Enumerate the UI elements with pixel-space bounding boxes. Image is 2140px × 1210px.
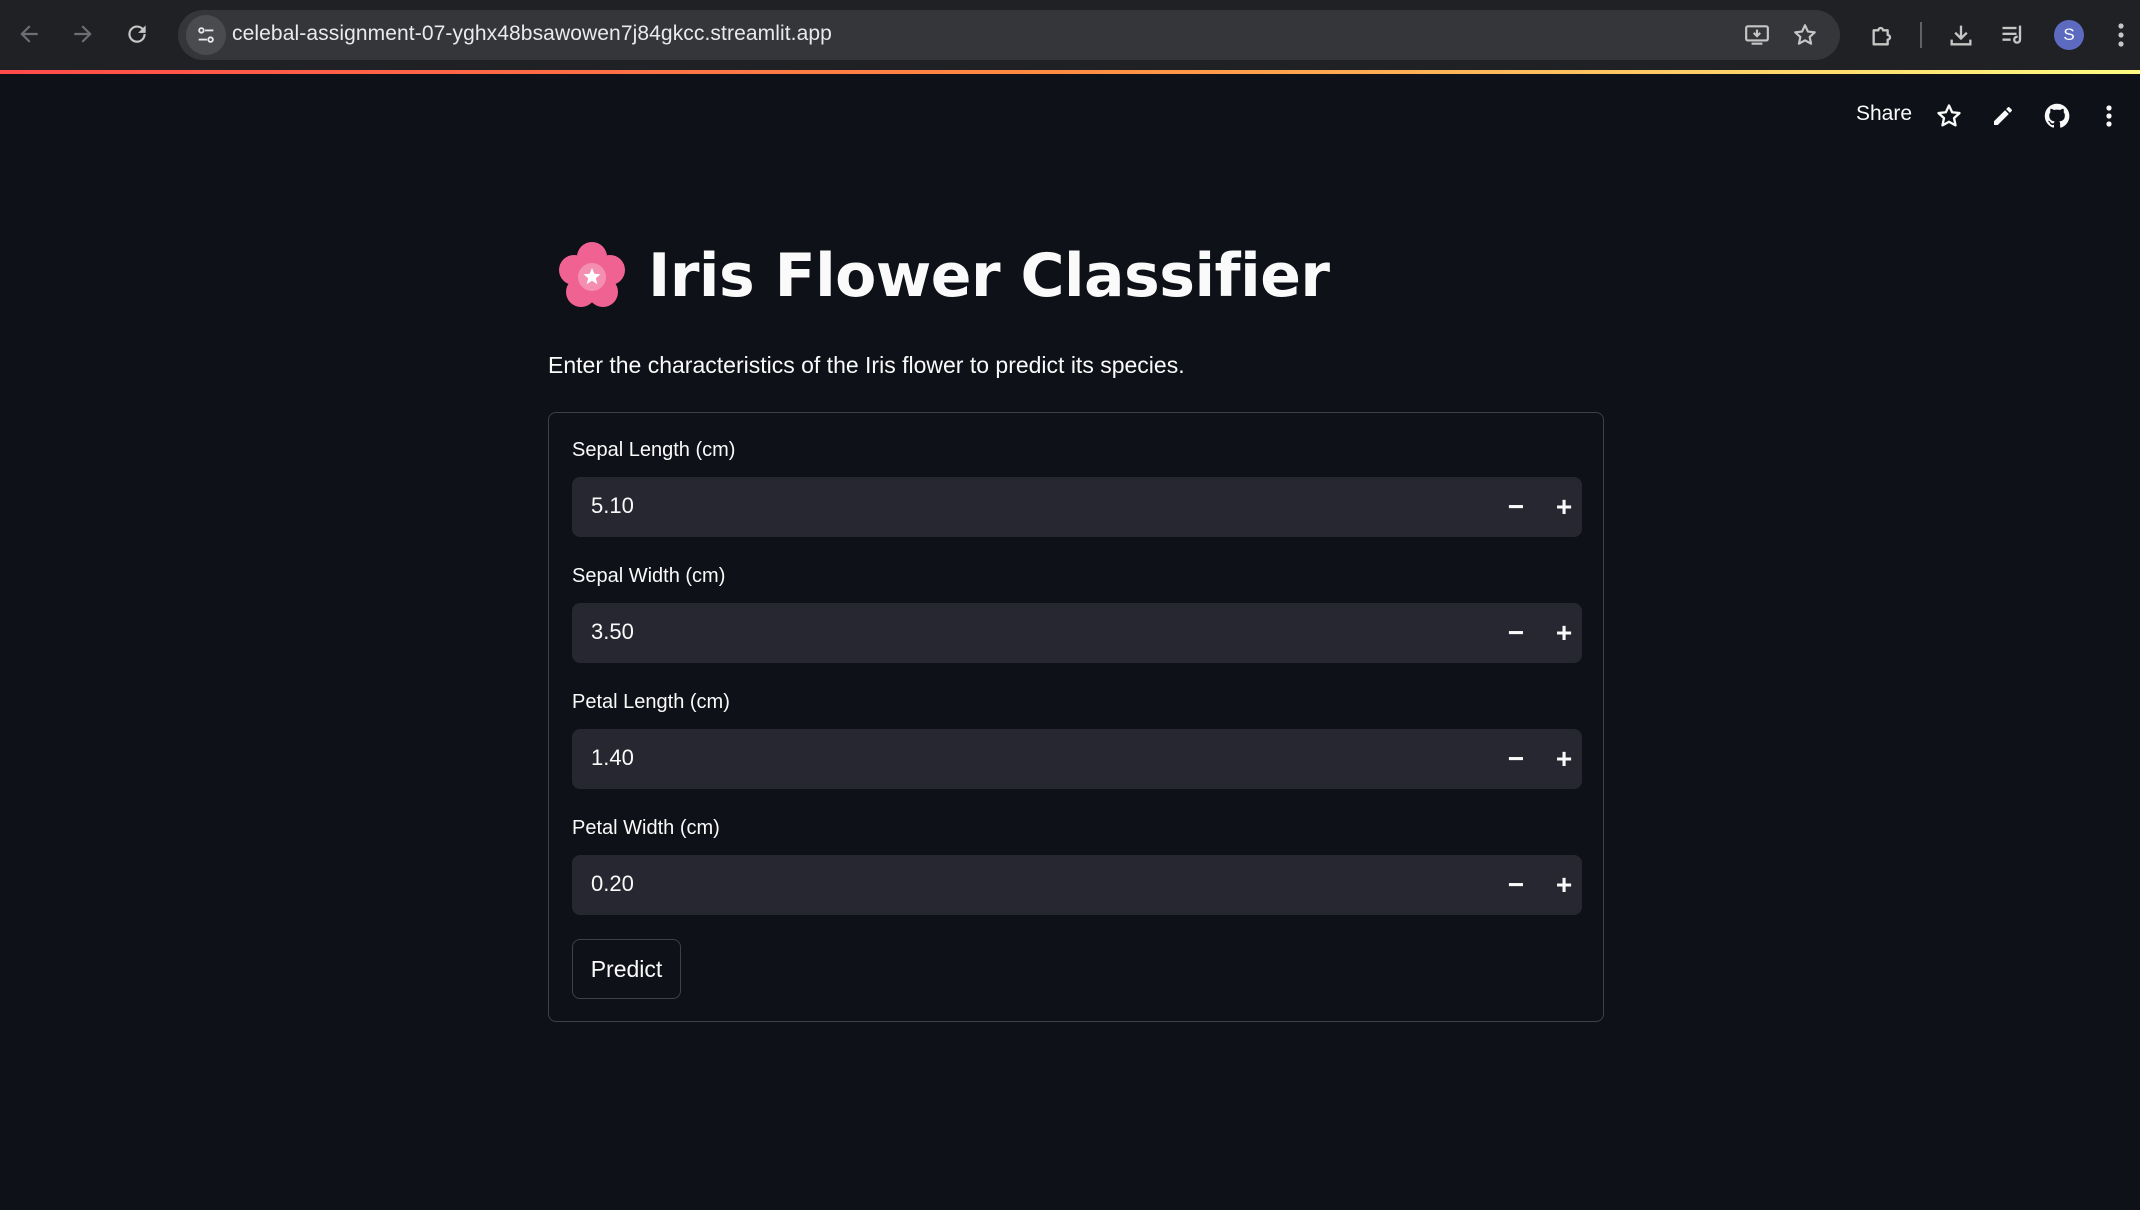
menu-icon[interactable]: [2104, 18, 2138, 52]
edit-icon[interactable]: [1987, 100, 2019, 132]
toolbar-separator: [1920, 22, 1922, 48]
petal-length-input[interactable]: 1.40 − +: [572, 729, 1582, 789]
url-text[interactable]: celebal-assignment-07-yghx48bsawowen7j84…: [232, 22, 832, 46]
profile-avatar[interactable]: S: [2054, 20, 2084, 50]
sepal-width-input[interactable]: 3.50 − +: [572, 603, 1582, 663]
forward-icon[interactable]: [63, 14, 103, 54]
site-info-icon[interactable]: [186, 15, 226, 55]
sepal-length-label: Sepal Length (cm): [572, 439, 736, 461]
sepal-width-value[interactable]: 3.50: [591, 619, 634, 645]
petal-width-value[interactable]: 0.20: [591, 871, 634, 897]
sepal-length-value[interactable]: 5.10: [591, 493, 634, 519]
address-bar[interactable]: celebal-assignment-07-yghx48bsawowen7j84…: [178, 10, 1840, 60]
sepal-length-increment-button[interactable]: +: [1544, 487, 1584, 527]
petal-width-increment-button[interactable]: +: [1544, 865, 1584, 905]
petal-width-label: Petal Width (cm): [572, 817, 720, 839]
reading-list-icon[interactable]: [1996, 18, 2030, 52]
downloads-icon[interactable]: [1944, 18, 1978, 52]
app-title: Iris Flower Classifier: [648, 241, 1330, 311]
input-form: Sepal Length (cm) 5.10 − + Sepal Width (…: [548, 412, 1604, 1022]
github-icon[interactable]: [2041, 100, 2073, 132]
page-title: Iris Flower Classifier: [556, 240, 1330, 312]
petal-length-increment-button[interactable]: +: [1544, 739, 1584, 779]
back-icon[interactable]: [9, 14, 49, 54]
star-icon[interactable]: [1933, 100, 1965, 132]
petal-length-value[interactable]: 1.40: [591, 745, 634, 771]
streamlit-decoration-bar: [0, 70, 2140, 74]
extensions-icon[interactable]: [1866, 18, 1900, 52]
cherry-blossom-icon: [559, 242, 625, 307]
browser-toolbar: celebal-assignment-07-yghx48bsawowen7j84…: [0, 0, 2140, 70]
share-button[interactable]: Share: [1856, 102, 1912, 126]
petal-width-decrement-button[interactable]: −: [1496, 865, 1536, 905]
sepal-width-increment-button[interactable]: +: [1544, 613, 1584, 653]
petal-width-input[interactable]: 0.20 − +: [572, 855, 1582, 915]
sepal-length-decrement-button[interactable]: −: [1496, 487, 1536, 527]
bookmark-star-icon[interactable]: [1790, 20, 1820, 50]
sepal-length-input[interactable]: 5.10 − +: [572, 477, 1582, 537]
petal-length-label: Petal Length (cm): [572, 691, 730, 713]
app-description: Enter the characteristics of the Iris fl…: [548, 352, 1185, 378]
install-app-icon[interactable]: [1742, 20, 1772, 50]
sepal-width-label: Sepal Width (cm): [572, 565, 726, 587]
sepal-width-decrement-button[interactable]: −: [1496, 613, 1536, 653]
predict-button[interactable]: Predict: [572, 939, 681, 999]
petal-length-decrement-button[interactable]: −: [1496, 739, 1536, 779]
more-icon[interactable]: [2093, 100, 2125, 132]
reload-icon[interactable]: [117, 14, 157, 54]
